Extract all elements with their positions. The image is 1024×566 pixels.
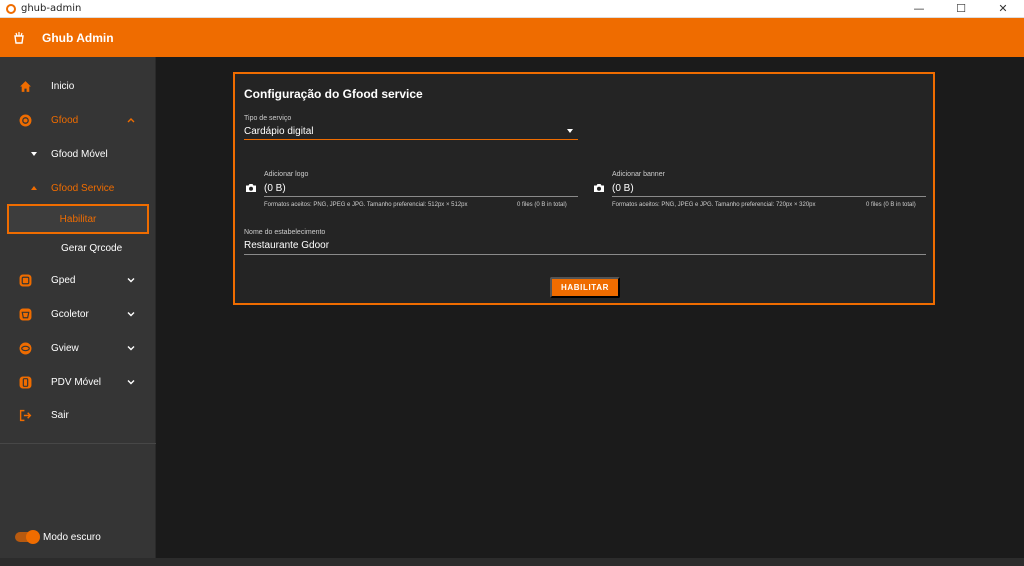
sidebar-item-label: Sair xyxy=(51,409,69,421)
banner-label: Adicionar banner xyxy=(612,171,665,178)
banner-file-input[interactable]: (0 B) xyxy=(612,183,634,194)
pdv-icon xyxy=(19,376,32,388)
caret-down-icon xyxy=(31,152,37,156)
sidebar-item-label: Gfood Service xyxy=(51,182,115,194)
sidebar-item-gcoletor[interactable]: Gcoletor xyxy=(0,297,156,331)
logo-file-input[interactable]: (0 B) xyxy=(264,183,286,194)
chevron-up-icon xyxy=(127,118,135,123)
chevron-down-icon xyxy=(127,278,135,283)
sidebar-item-label: Gfood Móvel xyxy=(51,148,108,160)
camera-icon[interactable] xyxy=(245,183,257,193)
logo-label: Adicionar logo xyxy=(264,171,309,178)
sidebar-item-gfood-movel[interactable]: Gfood Móvel xyxy=(0,137,156,171)
app-icon xyxy=(6,3,16,14)
gped-icon xyxy=(19,274,32,286)
sidebar-item-gfood[interactable]: Gfood xyxy=(0,103,156,137)
sidebar-item-label: Gview xyxy=(51,342,79,354)
toggle-knob xyxy=(26,530,40,544)
sidebar-item-inicio[interactable]: Inicio xyxy=(0,69,156,103)
maximize-icon[interactable]: ☐ xyxy=(940,0,982,18)
app-title: Ghub Admin xyxy=(42,30,114,45)
service-type-select[interactable]: Cardápio digital xyxy=(244,126,314,137)
sidebar-item-label: Inicio xyxy=(51,80,75,92)
gfood-icon xyxy=(19,114,32,126)
window-controls: — ☐ ✕ xyxy=(898,0,1024,18)
gview-icon xyxy=(19,342,32,354)
ghub-logo-icon xyxy=(14,31,24,44)
sidebar-item-label: Gcoletor xyxy=(51,308,89,320)
chevron-down-icon xyxy=(127,312,135,317)
gfood-service-config-card: Configuração do Gfood service Tipo de se… xyxy=(233,72,935,305)
dropdown-arrow-icon[interactable] xyxy=(567,129,573,133)
bottom-scrollbar xyxy=(0,558,1024,566)
home-icon xyxy=(20,80,31,92)
form-title: Configuração do Gfood service xyxy=(244,87,423,101)
logo-underline xyxy=(264,196,578,197)
logo-file-count: 0 files (0 B in total) xyxy=(517,202,567,208)
habilitar-button[interactable]: HABILITAR xyxy=(550,277,620,298)
banner-file-count: 0 files (0 B in total) xyxy=(866,202,916,208)
sidebar-item-pdv-movel[interactable]: PDV Móvel xyxy=(0,365,156,399)
sidebar-item-label: PDV Móvel xyxy=(51,376,102,388)
sidebar-item-label: Habilitar xyxy=(59,213,97,225)
caret-up-icon xyxy=(31,186,37,190)
chevron-down-icon xyxy=(127,380,135,385)
sidebar-item-gfood-service[interactable]: Gfood Service xyxy=(0,171,156,205)
establishment-label: Nome do estabelecimento xyxy=(244,229,326,236)
sidebar-item-habilitar[interactable]: Habilitar xyxy=(7,204,149,234)
sidebar-item-label: Gerar Qrcode xyxy=(61,242,123,254)
sidebar-item-sair[interactable]: Sair xyxy=(0,398,156,432)
sidebar: Inicio Gfood Gfood Móvel Gfood Service H… xyxy=(0,57,156,558)
establishment-input[interactable]: Restaurante Gdoor xyxy=(244,240,329,251)
sidebar-item-gerar-qrcode[interactable]: Gerar Qrcode xyxy=(0,231,156,265)
banner-underline xyxy=(612,196,926,197)
dark-mode-label: Modo escuro xyxy=(43,532,101,543)
banner-hint: Formatos aceitos: PNG, JPEG e JPG. Taman… xyxy=(612,202,816,208)
dark-mode-toggle[interactable] xyxy=(15,530,40,544)
sidebar-item-gview[interactable]: Gview xyxy=(0,331,156,365)
sidebar-item-label: Gped xyxy=(51,274,76,286)
sidebar-divider xyxy=(0,443,156,444)
minimize-icon[interactable]: — xyxy=(898,0,940,18)
service-type-label: Tipo de serviço xyxy=(244,115,292,122)
select-underline xyxy=(244,139,578,140)
chevron-down-icon xyxy=(127,346,135,351)
sidebar-item-gped[interactable]: Gped xyxy=(0,263,156,297)
sidebar-item-label: Gfood xyxy=(51,114,79,126)
camera-icon[interactable] xyxy=(593,183,605,193)
app-header: Ghub Admin xyxy=(0,18,1024,57)
window-title: ghub-admin xyxy=(21,3,82,14)
logout-icon xyxy=(19,409,32,421)
close-icon[interactable]: ✕ xyxy=(982,0,1024,18)
logo-hint: Formatos aceitos: PNG, JPEG e JPG. Taman… xyxy=(264,202,468,208)
gcoletor-icon xyxy=(19,308,32,320)
establishment-underline xyxy=(244,254,926,255)
main-content: Configuração do Gfood service Tipo de se… xyxy=(157,57,1024,558)
window-titlebar: ghub-admin — ☐ ✕ xyxy=(0,0,1024,18)
